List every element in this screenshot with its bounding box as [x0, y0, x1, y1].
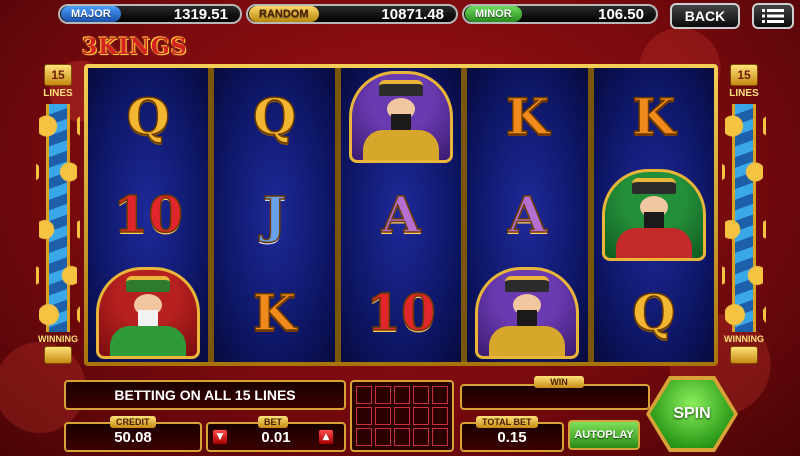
lines-label-right: LINES: [729, 88, 759, 99]
symbol-cell: Q: [88, 68, 208, 166]
random-jackpot: RANDOM 10871.48: [246, 4, 458, 24]
lines-label-left: LINES: [43, 88, 73, 99]
minor-label: MINOR: [465, 6, 522, 22]
symbol-cell: 10: [88, 166, 208, 264]
lines-count-left: 15: [44, 64, 72, 86]
payline-grid: [350, 380, 454, 452]
payline-cell: [394, 428, 410, 446]
minor-value: 106.50: [598, 5, 644, 23]
reel-1: Q 10: [88, 68, 209, 362]
minor-jackpot: MINOR 106.50: [462, 4, 658, 24]
payline-cell: [375, 407, 391, 425]
symbol-q: Q: [252, 87, 297, 146]
random-label: RANDOM: [249, 6, 319, 22]
spin-label: SPIN: [650, 380, 734, 448]
symbol-cell: K: [594, 68, 714, 166]
right-lines-pillar: 15 LINES WINNING: [722, 48, 766, 366]
king-yellow-symbol: [349, 71, 454, 163]
total-bet-label: TOTAL BET: [476, 416, 538, 428]
payline-cell: [356, 428, 372, 446]
bet-decrease-button[interactable]: ▼: [212, 429, 228, 445]
reel-5: KQ: [593, 68, 715, 362]
symbol-cell: [467, 264, 587, 362]
reel-frame: Q 10 Q J K A 10 K A K Q: [84, 64, 718, 366]
dragon-ornament-right: [722, 100, 766, 336]
triangle-down-icon: ▼: [216, 432, 224, 442]
symbol-q: Q: [631, 283, 676, 342]
payline-cell: [432, 407, 448, 425]
king-white-symbol: [96, 267, 201, 359]
reels: Q 10 Q J K A 10 K A K Q: [88, 68, 715, 362]
reel-2: QJK: [214, 68, 335, 362]
reel-4: KA: [467, 68, 588, 362]
bet-value: 0.01: [261, 428, 291, 446]
left-lines-pillar: 15 LINES WINNING: [36, 48, 80, 366]
symbol-cell: [88, 264, 208, 362]
symbol-cell: A: [341, 166, 461, 264]
symbol-cell: K: [214, 264, 334, 362]
reel-3: A 10: [340, 68, 462, 362]
payline-cell: [432, 386, 448, 404]
symbol-cell: J: [214, 166, 334, 264]
payline-cell: [356, 407, 372, 425]
payline-cell: [375, 428, 391, 446]
payline-cell: [356, 386, 372, 404]
payline-cell: [432, 428, 448, 446]
bet-label: BET: [258, 416, 288, 428]
major-jackpot: MAJOR 1319.51: [58, 4, 242, 24]
symbol-j: J: [262, 185, 287, 244]
payline-cell: [394, 386, 410, 404]
autoplay-button[interactable]: AUTOPLAY: [568, 420, 640, 450]
payline-cell: [413, 386, 429, 404]
winning-box-left: [44, 346, 72, 364]
symbol-q: Q: [126, 87, 171, 146]
winning-label-left: WINNING: [38, 334, 78, 344]
credit-label: CREDIT: [110, 416, 156, 428]
symbol-10: 10: [113, 185, 184, 244]
symbol-a: A: [381, 185, 421, 244]
random-value: 10871.48: [381, 5, 444, 23]
lines-count-right: 15: [730, 64, 758, 86]
menu-button[interactable]: [752, 3, 794, 29]
king-yellow-symbol: [475, 267, 580, 359]
symbol-cell: A: [467, 166, 587, 264]
major-value: 1319.51: [173, 5, 228, 23]
symbol-k: K: [505, 87, 550, 146]
symbol-cell: [341, 68, 461, 166]
payline-cell: [375, 386, 391, 404]
king-red-symbol: [601, 169, 706, 261]
payline-cell: [394, 407, 410, 425]
triangle-up-icon: ▲: [322, 432, 330, 442]
payline-cell: [413, 407, 429, 425]
symbol-k: K: [631, 87, 676, 146]
dragon-ornament-left: [36, 100, 80, 336]
game-logo: 3KINGS: [82, 34, 188, 60]
bet-increase-button[interactable]: ▲: [318, 429, 334, 445]
symbol-cell: Q: [214, 68, 334, 166]
symbol-10: 10: [365, 283, 436, 342]
winning-label-right: WINNING: [724, 334, 764, 344]
symbol-cell: Q: [594, 264, 714, 362]
hamburger-menu-icon: [762, 9, 784, 23]
major-label: MAJOR: [61, 6, 121, 22]
symbol-cell: [594, 166, 714, 264]
payline-cell: [413, 428, 429, 446]
back-button[interactable]: BACK: [670, 3, 740, 29]
symbol-cell: 10: [341, 264, 461, 362]
bet-message: BETTING ON ALL 15 LINES: [64, 380, 346, 410]
symbol-k: K: [252, 283, 297, 342]
winning-box-right: [730, 346, 758, 364]
symbol-cell: K: [467, 68, 587, 166]
symbol-a: A: [507, 185, 547, 244]
win-label: WIN: [534, 376, 584, 388]
